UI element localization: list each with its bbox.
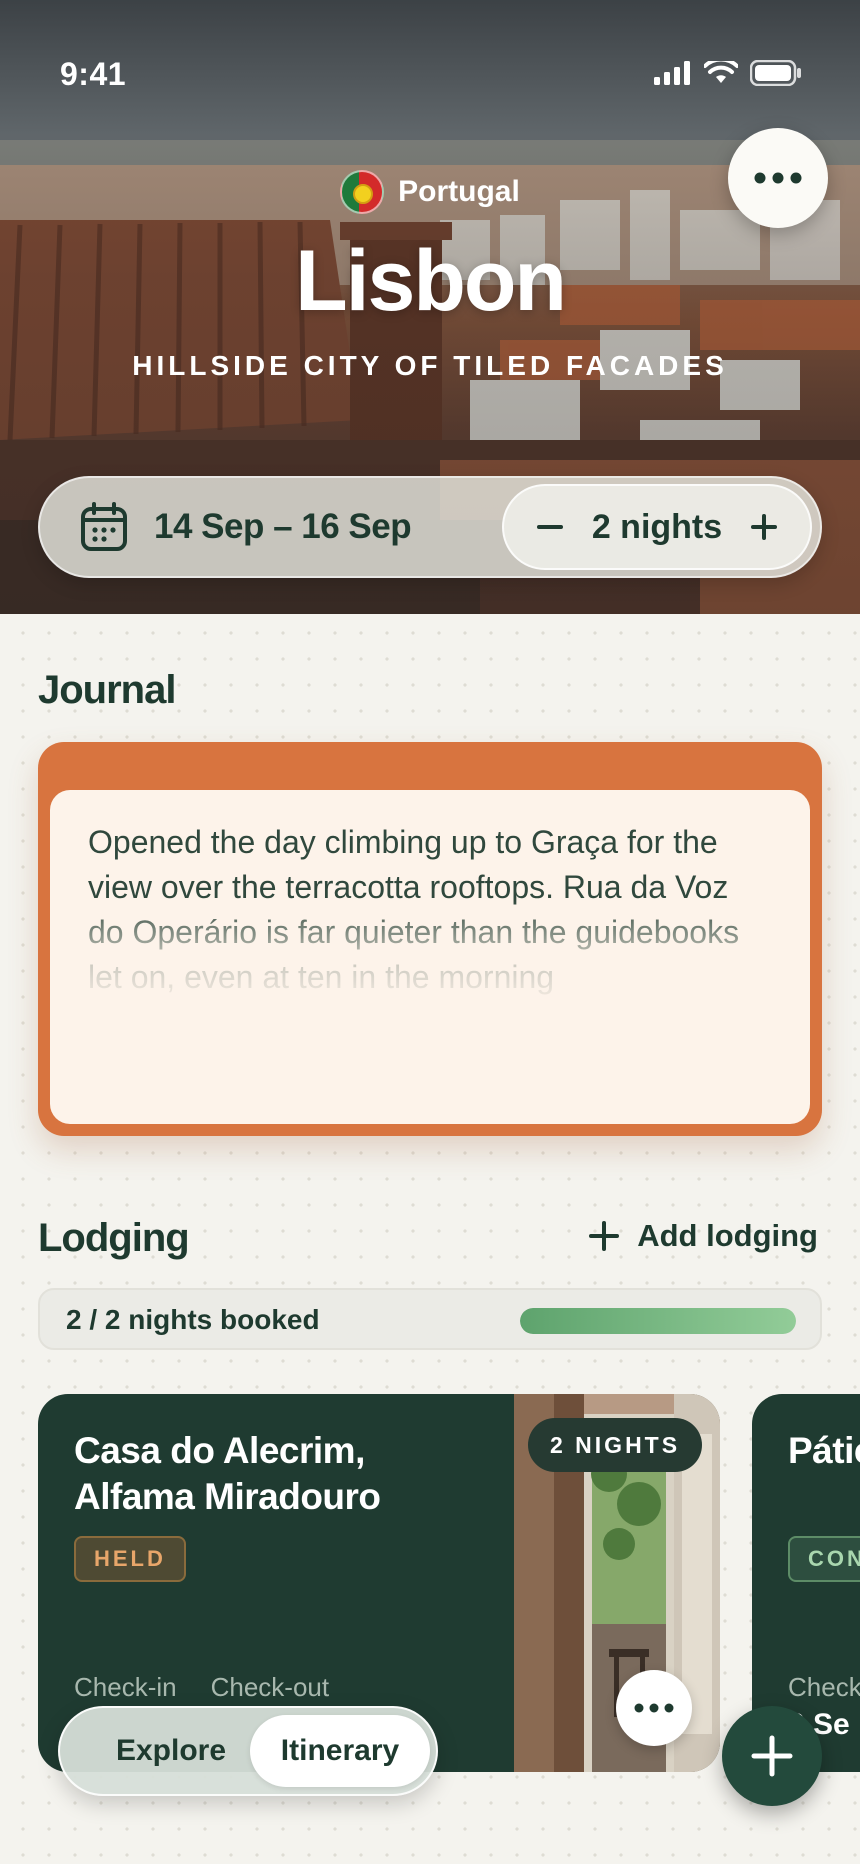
tab-itinerary[interactable]: Itinerary [250, 1715, 430, 1787]
country-name: Portugal [398, 175, 520, 208]
add-lodging-button[interactable]: Add lodging [589, 1218, 818, 1254]
date-range-text: 14 Sep – 16 Sep [154, 507, 412, 546]
journal-entry[interactable]: Opened the day climbing up to Graça for … [50, 790, 810, 1124]
journal-heading: Journal [38, 668, 176, 712]
tab-explore[interactable]: Explore [80, 1722, 262, 1780]
add-button[interactable] [722, 1706, 822, 1806]
lodging-name: Pátic Prínc [788, 1430, 860, 1471]
journal-text: Opened the day climbing up to Graça for … [88, 824, 740, 995]
country-label: Portugal [0, 170, 860, 214]
plus-icon [589, 1221, 620, 1251]
status-bar: 9:41 [0, 0, 860, 150]
more-icon [634, 1703, 674, 1713]
nights-stepper: 2 nights [502, 484, 812, 570]
city-subtitle: HILLSIDE CITY OF TILED FACADES [132, 350, 728, 381]
journal-card[interactable]: Opened the day climbing up to Graça for … [38, 742, 822, 1136]
check-out-label: Check-out [210, 1672, 330, 1702]
check-in-label: Check [788, 1672, 860, 1702]
nights-booked-bar: 2 / 2 nights booked [38, 1288, 822, 1350]
nights-booked-label: 2 / 2 nights booked [66, 1304, 320, 1335]
lodging-heading: Lodging [38, 1216, 190, 1260]
plus-icon [751, 514, 777, 540]
plus-icon [751, 1735, 793, 1777]
minus-icon [537, 525, 563, 529]
lodging-name: Casa do Alecrim, Alfama Miradouro [74, 1430, 381, 1517]
battery-icon [750, 60, 801, 86]
date-range-pill: 14 Sep – 16 Sep 2 nights [38, 476, 822, 578]
wifi-icon [704, 61, 738, 83]
view-switcher: Explore Itinerary [58, 1706, 438, 1796]
signal-icon [654, 61, 690, 85]
lodging-more-button[interactable] [616, 1670, 692, 1746]
date-range-button[interactable]: 14 Sep – 16 Sep [80, 502, 412, 552]
status-badge: HELD [74, 1536, 186, 1582]
check-in-label: Check-in [74, 1672, 177, 1702]
add-lodging-label: Add lodging [637, 1218, 818, 1253]
status-badge: CON [788, 1536, 860, 1582]
status-time: 9:41 [60, 56, 127, 92]
portugal-flag-icon [340, 170, 385, 214]
increase-nights-button[interactable] [744, 507, 784, 547]
calendar-icon [81, 502, 127, 551]
nights-badge: 2 NIGHTS [528, 1418, 703, 1472]
booking-progress-fill [520, 1308, 796, 1334]
booking-progress-track [520, 1308, 796, 1334]
decrease-nights-button[interactable] [530, 507, 570, 547]
city-title: Lisbon [295, 233, 567, 329]
nights-value: 2 nights [591, 507, 723, 546]
